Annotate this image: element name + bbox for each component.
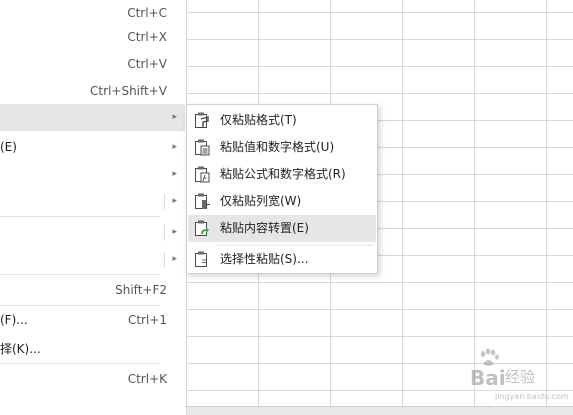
split-divider xyxy=(164,225,165,241)
paste-values-number-icon xyxy=(195,139,210,156)
shortcut-label: Ctrl+V xyxy=(127,57,167,71)
submenu-item-label: 粘贴公式和数字格式(R) xyxy=(220,167,346,181)
submenu-item-paste-values-number[interactable]: 粘贴值和数字格式(U) xyxy=(188,134,376,161)
menu-item-hyperlink[interactable]: Ctrl+K xyxy=(0,366,185,393)
menu-item-comment[interactable]: Shift+F2 xyxy=(0,277,185,304)
menu-separator xyxy=(0,216,160,217)
shortcut-label: Ctrl+Shift+V xyxy=(90,84,167,98)
menu-item-submenu-d[interactable]: ▸ xyxy=(0,246,185,273)
chevron-right-icon: ▸ xyxy=(172,227,177,237)
shortcut-label: Ctrl+X xyxy=(127,30,167,44)
submenu-item-paste-special[interactable]: 选择性粘贴(S)... xyxy=(188,246,376,273)
menu-separator xyxy=(0,274,160,275)
menu-item-paste-special[interactable]: ▸ xyxy=(0,104,185,131)
paste-special-submenu: 仅粘贴格式(T) 粘贴值和数字格式(U) 粘贴公式和数字格式(R) 仅粘贴列宽(… xyxy=(186,104,378,274)
chevron-right-icon: ▸ xyxy=(172,169,177,179)
chevron-right-icon: ▸ xyxy=(172,254,177,264)
menu-item-copy[interactable]: Ctrl+C xyxy=(0,0,185,27)
chevron-right-icon: ▸ xyxy=(172,196,177,206)
menu-item-submenu-c[interactable]: ▸ xyxy=(0,219,185,246)
paste-transpose-icon xyxy=(195,220,209,236)
chevron-right-icon: ▸ xyxy=(172,112,177,122)
menu-item-cut[interactable]: Ctrl+X xyxy=(0,24,185,51)
menu-item-pick-from-list[interactable]: 择(K)... xyxy=(0,336,185,363)
split-divider xyxy=(164,194,165,210)
context-menu: Ctrl+C Ctrl+X Ctrl+V Ctrl+Shift+V ▸ (E) … xyxy=(0,0,187,414)
submenu-item-label: 粘贴值和数字格式(U) xyxy=(220,140,335,154)
paste-column-width-icon xyxy=(195,193,210,209)
split-divider xyxy=(164,252,165,268)
shortcut-label: Ctrl+1 xyxy=(127,313,167,327)
menu-separator xyxy=(0,305,160,306)
menu-item-submenu-a[interactable]: ▸ xyxy=(0,161,185,188)
paste-special-icon xyxy=(195,251,207,267)
menu-item-paste[interactable]: Ctrl+V xyxy=(0,51,185,78)
submenu-item-label: 粘贴内容转置(E) xyxy=(220,221,309,235)
watermark-brand: Bai xyxy=(470,366,506,390)
submenu-item-paste-transpose[interactable]: 粘贴内容转置(E) xyxy=(188,215,376,242)
menu-separator xyxy=(0,363,160,364)
submenu-item-label: 仅粘贴列宽(W) xyxy=(220,194,302,208)
submenu-item-label: 仅粘贴格式(T) xyxy=(220,113,297,127)
baidu-paw-icon xyxy=(480,348,499,366)
shortcut-label: Ctrl+K xyxy=(127,372,167,386)
menu-item-insert[interactable]: (E) ▸ xyxy=(0,134,185,161)
chevron-right-icon: ▸ xyxy=(172,142,177,152)
submenu-item-paste-formula-number[interactable]: 粘贴公式和数字格式(R) xyxy=(188,161,376,188)
paste-formula-number-icon xyxy=(195,166,210,183)
submenu-item-label: 选择性粘贴(S)... xyxy=(220,252,309,266)
menu-item-label: (F)... xyxy=(0,313,28,327)
menu-item-paste-values[interactable]: Ctrl+Shift+V xyxy=(0,78,185,105)
shortcut-label: Shift+F2 xyxy=(115,283,167,297)
paste-format-icon xyxy=(195,112,209,128)
watermark-suffix: 经验 xyxy=(505,368,536,386)
submenu-item-paste-column-width[interactable]: 仅粘贴列宽(W) xyxy=(188,188,376,215)
menu-item-format-cells[interactable]: (F)... Ctrl+1 xyxy=(0,307,185,334)
menu-item-submenu-b[interactable]: ▸ xyxy=(0,188,185,215)
menu-item-label: 择(K)... xyxy=(0,342,41,356)
watermark-url: jingyan.baidu.com xyxy=(495,392,569,401)
submenu-item-paste-format[interactable]: 仅粘贴格式(T) xyxy=(188,107,376,134)
shortcut-label: Ctrl+C xyxy=(127,6,167,20)
menu-item-label: (E) xyxy=(0,140,17,154)
